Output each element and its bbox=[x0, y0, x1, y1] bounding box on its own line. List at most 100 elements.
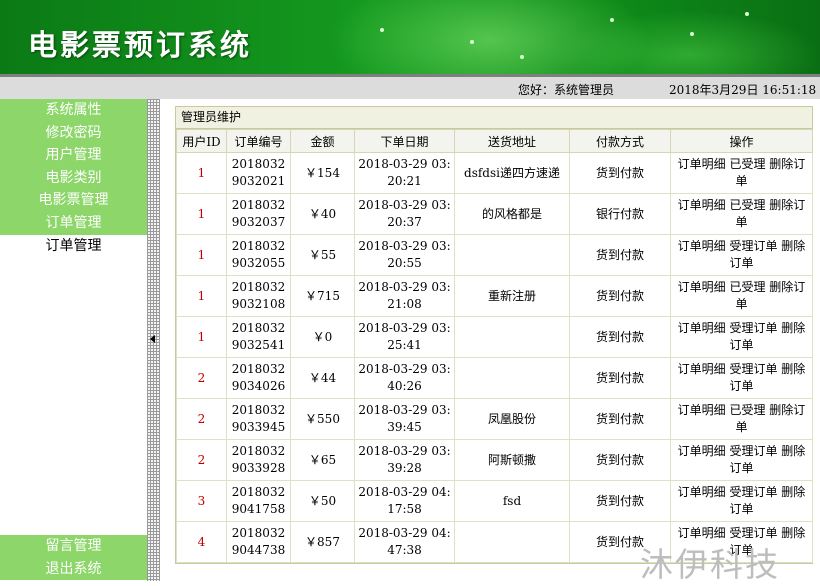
cell-payment: 货到付款 bbox=[569, 439, 671, 481]
header-order-no: 订单编号 bbox=[226, 129, 291, 153]
cell-amount: ￥40 bbox=[290, 193, 355, 235]
cell-payment: 货到付款 bbox=[569, 316, 671, 358]
cell-order-no: 20180329033945 bbox=[226, 398, 291, 440]
cell-address: 重新注册 bbox=[454, 275, 570, 317]
table-row: 2 20180329033928 ￥65 2018-03-29 03:39:28 阿斯顿… bbox=[176, 439, 813, 481]
admin-panel: 管理员维护 用户ID 订单编号 金额 下单日期 送货地址 付款方式 操作 1 20… bbox=[175, 106, 813, 564]
cell-order-no: 20180329032541 bbox=[226, 316, 291, 358]
collapse-arrow-icon[interactable] bbox=[150, 335, 155, 343]
sidebar-item-ticket-management[interactable]: 电影票管理 bbox=[0, 189, 147, 212]
header-banner: 电影票预订系统 bbox=[0, 0, 820, 74]
header-payment: 付款方式 bbox=[569, 129, 671, 153]
cell-actions[interactable]: 订单明细 已受理 删除订单 bbox=[670, 398, 813, 440]
table-row: 1 20180329032021 ￥154 2018-03-29 03:20:21 ds… bbox=[176, 152, 813, 194]
cell-user-id: 2 bbox=[176, 357, 227, 399]
cell-actions[interactable]: 订单明细 已受理 删除订单 bbox=[670, 275, 813, 317]
datetime-text: 2018年3月29日 16:51:18 bbox=[669, 83, 817, 97]
banner-sparkle bbox=[470, 40, 474, 44]
greeting-text: 您好：系统管理员 bbox=[518, 83, 615, 97]
cell-order-date: 2018-03-29 03:40:26 bbox=[354, 357, 455, 399]
banner-sparkle bbox=[690, 32, 694, 36]
cell-user-id: 3 bbox=[176, 480, 227, 522]
cell-actions[interactable]: 订单明细 已受理 删除订单 bbox=[670, 152, 813, 194]
orders-table: 用户ID 订单编号 金额 下单日期 送货地址 付款方式 操作 1 20180329… bbox=[176, 129, 813, 563]
sidebar-item-user-management[interactable]: 用户管理 bbox=[0, 144, 147, 167]
header-actions: 操作 bbox=[670, 129, 813, 153]
cell-order-no: 20180329032037 bbox=[226, 193, 291, 235]
cell-payment: 银行付款 bbox=[569, 193, 671, 235]
header-amount: 金额 bbox=[290, 129, 355, 153]
cell-amount: ￥154 bbox=[290, 152, 355, 194]
sidebar-item-system-properties[interactable]: 系统属性 bbox=[0, 99, 147, 122]
cell-order-date: 2018-03-29 03:20:55 bbox=[354, 234, 455, 276]
cell-order-date: 2018-03-29 03:39:28 bbox=[354, 439, 455, 481]
banner-sparkle bbox=[380, 28, 384, 32]
table-row: 1 20180329032055 ￥55 2018-03-29 03:20:55 货到付… bbox=[176, 234, 813, 276]
cell-actions[interactable]: 订单明细 受理订单 删除订单 bbox=[670, 234, 813, 276]
cell-address: fsd bbox=[454, 480, 570, 522]
sidebar-item-order-management[interactable]: 订单管理 bbox=[0, 211, 147, 235]
cell-payment: 货到付款 bbox=[569, 152, 671, 194]
cell-address: 凤凰股份 bbox=[454, 398, 570, 440]
cell-order-no: 20180329032055 bbox=[226, 234, 291, 276]
table-header-row: 用户ID 订单编号 金额 下单日期 送货地址 付款方式 操作 bbox=[176, 129, 813, 153]
watermark: 沐伊科技 bbox=[640, 545, 780, 584]
cell-order-no: 20180329033928 bbox=[226, 439, 291, 481]
sidebar: 系统属性 修改密码 用户管理 电影类别 电影票管理 订单管理 订单管理 留言管理… bbox=[0, 99, 147, 581]
cell-order-date: 2018-03-29 03:25:41 bbox=[354, 316, 455, 358]
sidebar-item-movie-category[interactable]: 电影类别 bbox=[0, 166, 147, 190]
cell-order-date: 2018-03-29 03:21:08 bbox=[354, 275, 455, 317]
table-row: 1 20180329032541 ￥0 2018-03-29 03:25:41 货到付款… bbox=[176, 316, 813, 358]
cell-address: 的风格都是 bbox=[454, 193, 570, 235]
cell-actions[interactable]: 订单明细 受理订单 删除订单 bbox=[670, 439, 813, 481]
sidebar-item-logout[interactable]: 退出系统 bbox=[0, 557, 147, 581]
cell-user-id: 2 bbox=[176, 439, 227, 481]
cell-order-no: 20180329044738 bbox=[226, 521, 291, 563]
cell-actions[interactable]: 订单明细 受理订单 删除订单 bbox=[670, 357, 813, 399]
cell-user-id: 4 bbox=[176, 521, 227, 563]
cell-order-date: 2018-03-29 03:20:21 bbox=[354, 152, 455, 194]
cell-address bbox=[454, 234, 570, 276]
table-row: 2 20180329033945 ￥550 2018-03-29 03:39:45 凤凰… bbox=[176, 398, 813, 440]
cell-amount: ￥44 bbox=[290, 357, 355, 399]
table-row: 1 20180329032108 ￥715 2018-03-29 03:21:08 重新… bbox=[176, 275, 813, 317]
cell-order-no: 20180329034026 bbox=[226, 357, 291, 399]
header-user-id: 用户ID bbox=[176, 129, 227, 153]
cell-payment: 货到付款 bbox=[569, 480, 671, 522]
panel-title: 管理员维护 bbox=[176, 107, 812, 129]
cell-address bbox=[454, 357, 570, 399]
cell-amount: ￥65 bbox=[290, 439, 355, 481]
banner-sparkle bbox=[745, 12, 749, 16]
cell-address: 阿斯顿撒 bbox=[454, 439, 570, 481]
app-title: 电影票预订系统 bbox=[28, 28, 253, 62]
header-order-date: 下单日期 bbox=[354, 129, 455, 153]
cell-amount: ￥55 bbox=[290, 234, 355, 276]
cell-user-id: 1 bbox=[176, 152, 227, 194]
cell-payment: 货到付款 bbox=[569, 357, 671, 399]
cell-order-no: 20180329041758 bbox=[226, 480, 291, 522]
cell-amount: ￥0 bbox=[290, 316, 355, 358]
cell-address bbox=[454, 316, 570, 358]
cell-actions[interactable]: 订单明细 受理订单 删除订单 bbox=[670, 316, 813, 358]
banner-sparkle bbox=[520, 55, 524, 59]
cell-order-date: 2018-03-29 04:47:38 bbox=[354, 521, 455, 563]
table-row: 1 20180329032037 ￥40 2018-03-29 03:20:37 的风格… bbox=[176, 193, 813, 235]
cell-actions[interactable]: 订单明细 已受理 删除订单 bbox=[670, 193, 813, 235]
sidebar-collapse-bar[interactable] bbox=[147, 99, 160, 581]
banner-sparkle bbox=[610, 18, 614, 22]
cell-payment: 货到付款 bbox=[569, 398, 671, 440]
cell-amount: ￥857 bbox=[290, 521, 355, 563]
sidebar-subitem-order-management[interactable]: 订单管理 bbox=[0, 234, 147, 257]
cell-payment: 货到付款 bbox=[569, 234, 671, 276]
cell-address bbox=[454, 521, 570, 563]
cell-order-date: 2018-03-29 03:20:37 bbox=[354, 193, 455, 235]
cell-amount: ￥50 bbox=[290, 480, 355, 522]
orders-tbody: 1 20180329032021 ￥154 2018-03-29 03:20:21 ds… bbox=[176, 152, 813, 563]
cell-payment: 货到付款 bbox=[569, 275, 671, 317]
cell-user-id: 2 bbox=[176, 398, 227, 440]
cell-user-id: 1 bbox=[176, 193, 227, 235]
sidebar-bottom-menu: 留言管理 退出系统 bbox=[0, 535, 147, 581]
sidebar-item-change-password[interactable]: 修改密码 bbox=[0, 121, 147, 145]
cell-actions[interactable]: 订单明细 受理订单 删除订单 bbox=[670, 480, 813, 522]
sidebar-item-message-management[interactable]: 留言管理 bbox=[0, 535, 147, 558]
